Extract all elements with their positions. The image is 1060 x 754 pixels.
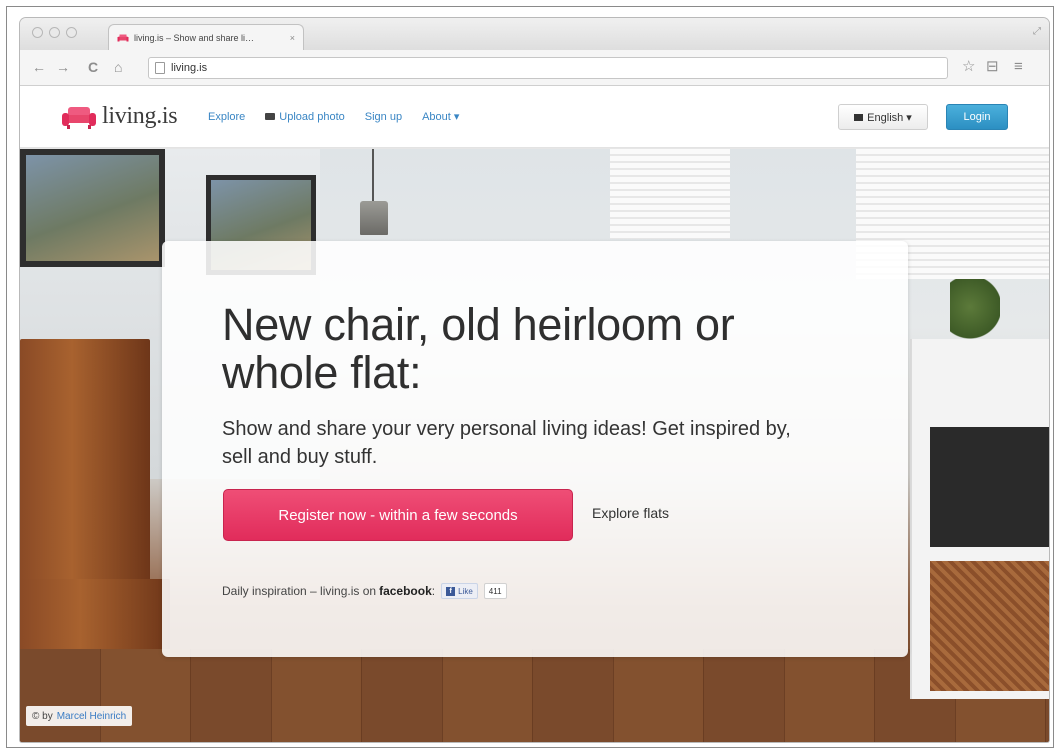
- photo-credit-prefix: © by: [32, 710, 53, 722]
- site-logo[interactable]: living.is: [62, 103, 178, 130]
- bookmark-star-icon[interactable]: ☆: [962, 58, 975, 76]
- sofa-favicon-icon: [117, 34, 129, 41]
- hero-photo-window: [610, 149, 730, 239]
- facebook-like-count: 411: [483, 583, 507, 599]
- nav-upload-label: Upload photo: [279, 110, 345, 123]
- hero-card: New chair, old heirloom or whole flat: S…: [162, 241, 908, 657]
- nav-explore[interactable]: Explore: [208, 111, 245, 123]
- hero-subline: Show and share your very personal living…: [222, 418, 791, 468]
- nav-upload-photo[interactable]: Upload photo: [265, 110, 345, 123]
- browser-titlebar: living.is – Show and share li… × ⤢: [20, 18, 1049, 50]
- extension-icon[interactable]: ⊟: [986, 58, 999, 76]
- site-header: living.is Explore Upload photo Sign up A…: [20, 86, 1049, 148]
- sofa-logo-icon: [62, 106, 96, 129]
- nav-signup[interactable]: Sign up: [365, 111, 402, 123]
- close-window-button[interactable]: [32, 27, 43, 38]
- daily-inspiration: Daily inspiration – living.is on faceboo…: [222, 583, 507, 599]
- facebook-brand-text: facebook: [379, 584, 432, 598]
- fullscreen-icon[interactable]: ⤢: [1033, 26, 1041, 37]
- page-icon: [155, 62, 165, 74]
- facebook-like-button[interactable]: f Like: [441, 583, 478, 599]
- address-url: living.is: [171, 62, 208, 74]
- register-button[interactable]: Register now - within a few seconds: [223, 489, 573, 541]
- hero-section: New chair, old heirloom or whole flat: S…: [20, 149, 1049, 742]
- hero-photo-chair: [20, 339, 150, 589]
- logo-text: living.is: [102, 103, 178, 129]
- facebook-like-label: Like: [458, 586, 473, 596]
- tab-close-icon[interactable]: ×: [290, 33, 295, 43]
- browser-toolbar: ← → C ⌂ living.is ☆ ⊟ ≡: [20, 50, 1049, 86]
- home-icon[interactable]: ⌂: [114, 58, 122, 76]
- reload-icon[interactable]: C: [88, 58, 98, 76]
- nav-about[interactable]: About ▾: [422, 110, 459, 123]
- hero-photo-basket: [930, 561, 1049, 691]
- zoom-window-button[interactable]: [66, 27, 77, 38]
- hero-photo-lamp: [360, 201, 388, 235]
- minimize-window-button[interactable]: [49, 27, 60, 38]
- address-bar[interactable]: living.is: [148, 57, 948, 79]
- daily-inspiration-text: Daily inspiration – living.is on: [222, 584, 377, 598]
- window-controls: [32, 27, 77, 38]
- facebook-icon: f: [446, 586, 456, 596]
- hero-photo-floor: [20, 649, 1049, 742]
- photo-credit: © by Marcel Heinrich: [26, 706, 133, 726]
- language-label: English ▾: [867, 111, 912, 124]
- tab-title: living.is – Show and share li…: [134, 32, 255, 43]
- forward-icon[interactable]: →: [56, 58, 70, 76]
- hero-photo-picture-frame: [20, 149, 165, 267]
- main-nav: Explore Upload photo Sign up About ▾: [208, 110, 459, 124]
- login-button[interactable]: Login: [946, 104, 1008, 130]
- browser-window: living.is – Show and share li… × ⤢ ← → C…: [20, 18, 1049, 742]
- back-icon[interactable]: ←: [32, 58, 46, 76]
- browser-menu-icon[interactable]: ≡: [1014, 58, 1023, 76]
- camera-icon: [265, 113, 276, 120]
- flag-icon: [854, 113, 864, 121]
- photo-credit-author-link[interactable]: Marcel Heinrich: [57, 711, 126, 722]
- daily-colon: :: [431, 584, 436, 598]
- hero-photo-drawer: [930, 427, 1049, 547]
- explore-flats-link[interactable]: Explore flats: [592, 505, 669, 521]
- hero-photo-lamp-cord: [372, 149, 374, 209]
- hero-headline: New chair, old heirloom or whole flat:: [222, 299, 735, 398]
- language-select-button[interactable]: English ▾: [838, 104, 928, 130]
- browser-tab[interactable]: living.is – Show and share li… ×: [108, 24, 304, 50]
